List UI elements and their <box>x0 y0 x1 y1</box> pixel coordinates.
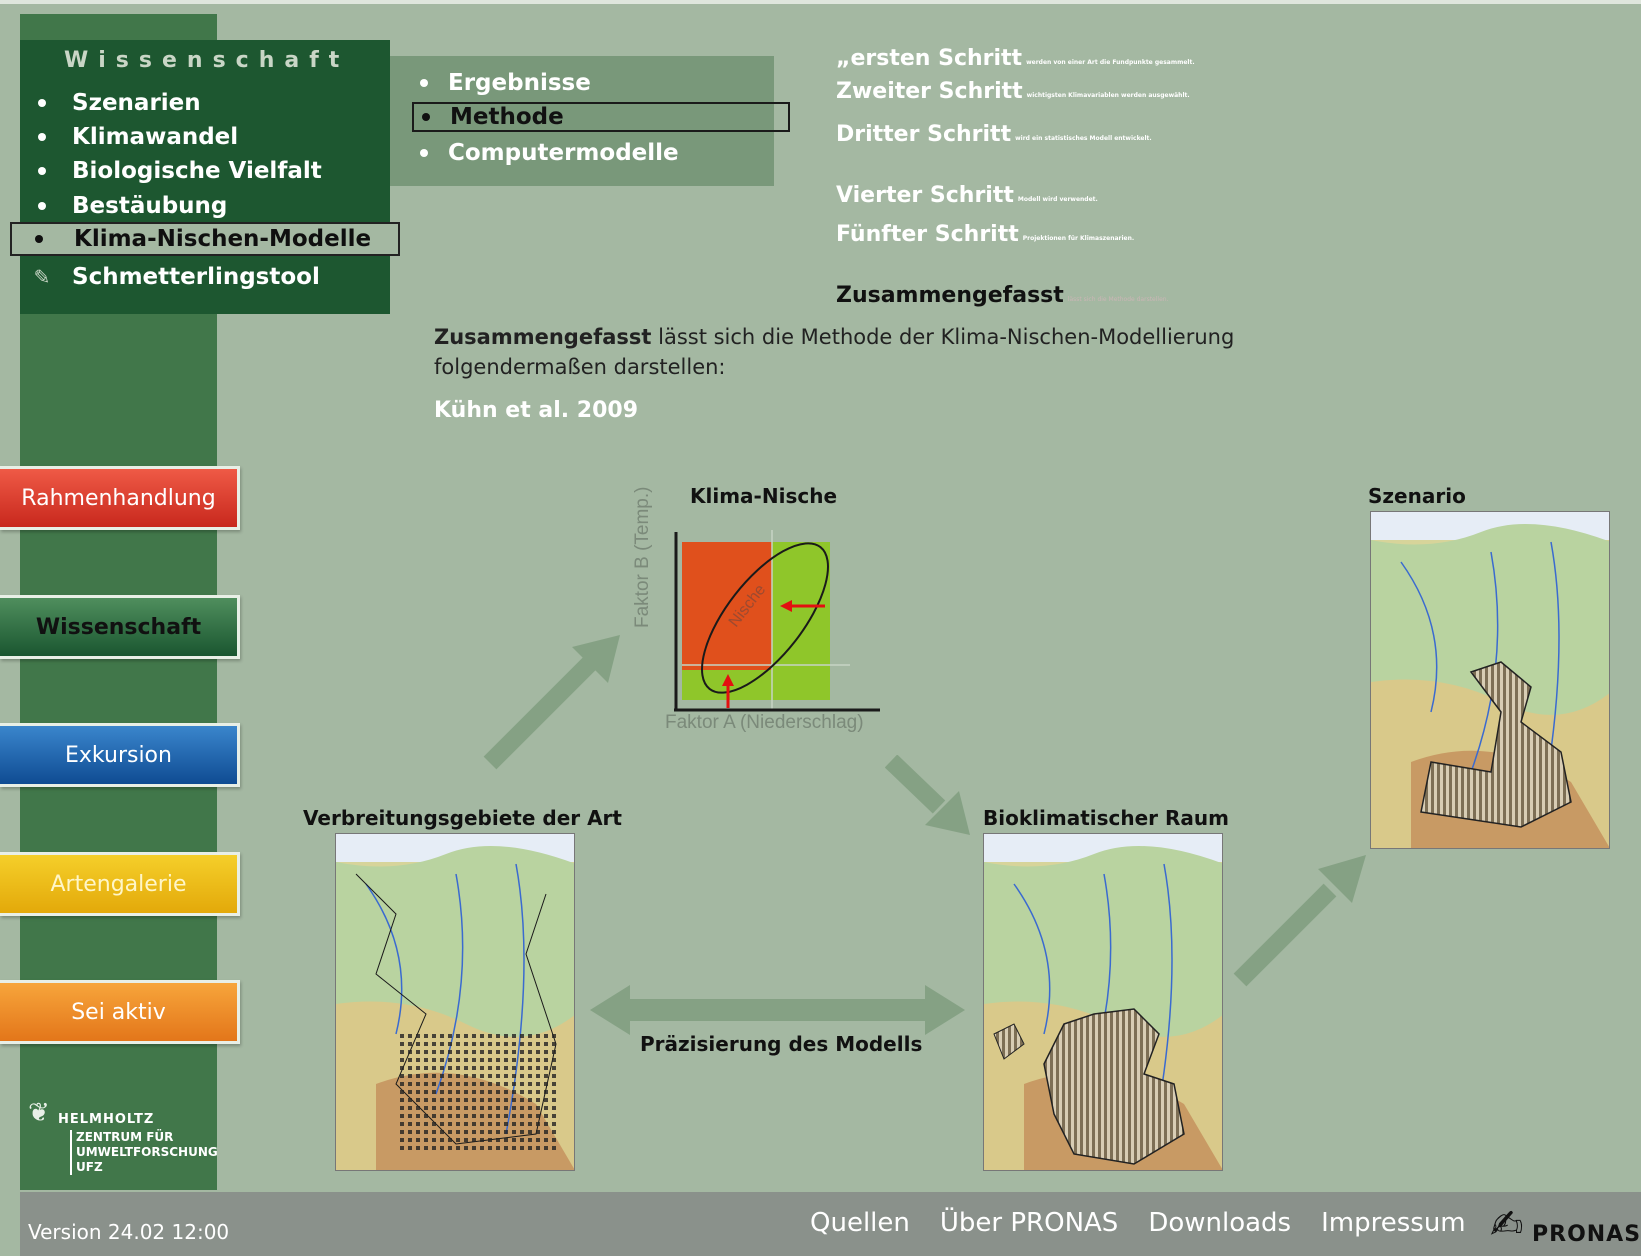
step-2[interactable]: Zweiter Schritt wichtigsten Klimavariabl… <box>836 79 1626 104</box>
pronas-logo[interactable]: ✍ PRONAS <box>1490 1202 1640 1248</box>
step-title: Vierter Schritt <box>836 183 1014 208</box>
subnav-item-label: Ergebnisse <box>448 70 591 96</box>
distribution-map <box>335 833 575 1171</box>
step-5[interactable]: Fünfter Schritt Projektionen für Klimasz… <box>836 222 1626 247</box>
nav-item-label: Klimawandel <box>72 124 239 150</box>
footer: Version 24.02 12:00 Quellen Über PRONAS … <box>20 1192 1641 1256</box>
arrow-up-right-icon <box>1233 855 1366 987</box>
nav-item-label: Biologische Vielfalt <box>72 158 322 184</box>
bullet-icon <box>420 149 428 157</box>
step-title: „ersten Schritt <box>836 46 1023 71</box>
rahmenhandlung-button[interactable]: Rahmenhandlung <box>0 466 240 530</box>
subnav-item-ergebnisse[interactable]: Ergebnisse <box>412 68 792 98</box>
step-4[interactable]: Vierter Schritt Modell wird verwendet. <box>836 183 1626 208</box>
step-1[interactable]: „ersten Schritt werden von einer Art die… <box>836 46 1626 71</box>
nav-item-label: Schmetterlingstool <box>72 264 320 290</box>
distribution-map-graphic <box>336 834 574 1170</box>
sei-aktiv-button[interactable]: Sei aktiv <box>0 980 240 1044</box>
footer-links: Quellen Über PRONAS Downloads Impressum <box>810 1208 1466 1238</box>
bioclim-map <box>983 833 1223 1171</box>
step-text: Modell wird verwendet. <box>1017 196 1098 203</box>
bullet-icon <box>420 79 428 87</box>
subnav-item-computermodelle[interactable]: Computermodelle <box>412 138 792 168</box>
citation-link[interactable]: Kühn et al. 2009 <box>434 398 638 423</box>
logo-line4: UFZ <box>76 1160 103 1174</box>
bioclim-map-graphic <box>984 834 1222 1170</box>
footer-link-ueber-pronas[interactable]: Über PRONAS <box>940 1208 1118 1238</box>
intro-text: Zusammengefasst lässt sich die Methode d… <box>434 322 1334 382</box>
step-title: Dritter Schritt <box>836 122 1012 147</box>
artengalerie-button[interactable]: Artengalerie <box>0 852 240 916</box>
scenario-map <box>1370 511 1610 849</box>
step-text: wird ein statistisches Modell entwickelt… <box>1015 135 1152 142</box>
pronas-wordmark: PRONAS <box>1532 1222 1641 1247</box>
footer-link-downloads[interactable]: Downloads <box>1148 1208 1291 1238</box>
subnav-item-label: Computermodelle <box>448 140 679 166</box>
scenario-title: Szenario <box>1368 484 1466 508</box>
pronas-feather-icon: ✍ <box>1490 1202 1524 1248</box>
nav-item-klimawandel[interactable]: Klimawandel <box>20 120 410 154</box>
bullet-icon <box>35 235 43 243</box>
logo-line2: ZENTRUM FÜR <box>76 1130 174 1144</box>
niche-y-label: Faktor B (Temp.) <box>632 486 653 628</box>
step-title: Zusammengefasst <box>836 283 1064 308</box>
bullet-icon <box>38 99 46 107</box>
nav-item-szenarien[interactable]: Szenarien <box>20 86 410 120</box>
subnav-item-methode[interactable]: Methode <box>412 102 790 132</box>
nav-item-klima-nischen-modelle[interactable]: Klima-Nischen-Modelle <box>10 222 400 256</box>
bullet-icon <box>422 113 430 121</box>
footer-link-quellen[interactable]: Quellen <box>810 1208 910 1238</box>
nav-item-bestaeubung[interactable]: Bestäubung <box>20 189 410 223</box>
exkursion-button[interactable]: Exkursion <box>0 723 240 787</box>
subnav-item-label: Methode <box>450 104 564 130</box>
arrow-up-right-icon <box>483 635 620 770</box>
footer-link-impressum[interactable]: Impressum <box>1321 1208 1466 1238</box>
intro-bold: Zusammengefasst <box>434 325 652 349</box>
sub-nav: Ergebnisse Methode Computermodelle <box>390 56 790 186</box>
niche-green-corner <box>772 670 830 700</box>
step-summary[interactable]: Zusammengefasst lässt sich die Methode d… <box>836 283 1626 308</box>
step-title: Zweiter Schritt <box>836 79 1023 104</box>
arrow-down-right-icon <box>885 755 970 835</box>
niche-graphic: Nische <box>674 530 880 712</box>
nav-item-schmetterlingstool[interactable]: ✎ Schmetterlingstool <box>20 260 410 294</box>
step-text: wichtigsten Klimavariablen werden ausgew… <box>1026 92 1190 99</box>
ufz-logo[interactable]: ❦ HELMHOLTZ ZENTRUM FÜR UMWELTFORSCHUNG … <box>28 1098 218 1188</box>
bullet-icon <box>38 167 46 175</box>
nav-heading: Wissenschaft <box>64 48 350 73</box>
top-frame <box>0 0 1641 4</box>
logo-line3: UMWELTFORSCHUNG <box>76 1145 218 1159</box>
step-text: werden von einer Art die Fundpunkte gesa… <box>1026 59 1195 66</box>
bioclim-title: Bioklimatischer Raum <box>983 806 1229 830</box>
nav-item-label: Szenarien <box>72 90 201 116</box>
step-text: lässt sich die Methode darstellen. <box>1067 296 1169 303</box>
nav-item-label: Klima-Nischen-Modelle <box>74 226 372 252</box>
main-nav: Wissenschaft Szenarien Klimawandel Biolo… <box>10 40 400 314</box>
logo-lines: ZENTRUM FÜR UMWELTFORSCHUNG UFZ <box>70 1130 218 1175</box>
logo-line1: HELMHOLTZ <box>58 1112 155 1127</box>
leaf-icon: ❦ <box>28 1098 50 1128</box>
feather-icon: ✎ <box>33 265 51 289</box>
wissenschaft-button[interactable]: Wissenschaft <box>0 595 240 659</box>
distribution-title: Verbreitungsgebiete der Art <box>303 806 622 830</box>
niche-x-label: Faktor A (Niederschlag) <box>665 712 864 733</box>
precision-label: Präzisierung des Modells <box>640 1032 923 1056</box>
method-steps: „ersten Schritt werden von einer Art die… <box>836 46 1626 312</box>
bullet-icon <box>38 133 46 141</box>
niche-chart: Nische Faktor B (Temp.) Faktor A (Nieder… <box>632 487 900 740</box>
step-title: Fünfter Schritt <box>836 222 1019 247</box>
step-text: Projektionen für Klimaszenarien. <box>1022 235 1135 242</box>
nav-item-biologische-vielfalt[interactable]: Biologische Vielfalt <box>20 154 410 188</box>
scenario-map-graphic <box>1371 512 1609 848</box>
bullet-icon <box>38 202 46 210</box>
step-3[interactable]: Dritter Schritt wird ein statistisches M… <box>836 122 1626 147</box>
version-label: Version 24.02 12:00 <box>28 1220 230 1244</box>
nav-item-label: Bestäubung <box>72 193 228 219</box>
double-arrow-icon <box>590 985 965 1035</box>
